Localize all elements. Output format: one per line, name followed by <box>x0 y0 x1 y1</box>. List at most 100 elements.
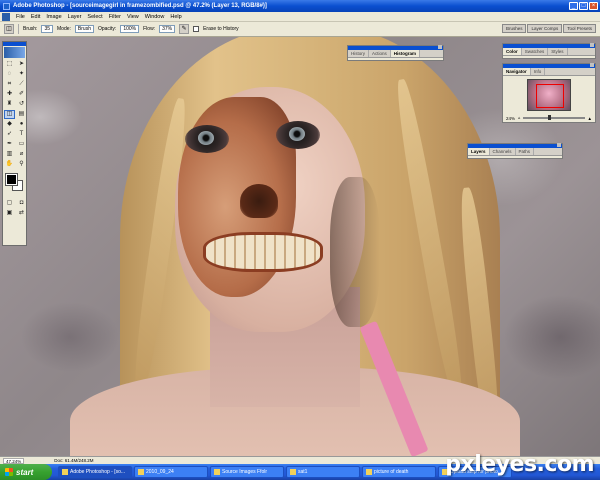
window-title: Adobe Photoshop - [sourceimagegirl in fr… <box>13 3 267 9</box>
screen-mode-icon[interactable]: ▣ <box>4 209 15 218</box>
tab-styles[interactable]: Styles <box>548 48 568 55</box>
foreground-color-swatch[interactable] <box>5 173 18 186</box>
navigator-zoom-value[interactable]: 24% <box>506 116 515 121</box>
brush-label: Brush: <box>23 26 38 32</box>
erase-to-history-label: Erase to History <box>203 26 239 32</box>
tab-info[interactable]: Info <box>531 68 546 75</box>
menu-window[interactable]: Window <box>142 14 168 20</box>
menu-filter[interactable]: Filter <box>106 14 124 20</box>
airbrush-icon[interactable]: ✎ <box>179 24 190 34</box>
notes-tool-icon[interactable]: ▥ <box>4 150 15 159</box>
menu-help[interactable]: Help <box>167 14 184 20</box>
photo-left-eye <box>185 125 229 153</box>
taskbar-item-photoshop[interactable]: Adobe Photoshop - [so... <box>58 466 132 478</box>
eraser-tool-icon[interactable]: ◫ <box>4 24 14 34</box>
standard-mode-icon[interactable]: ▢ <box>4 199 15 208</box>
color-palette: Color Swatches Styles <box>502 43 596 59</box>
healing-brush-tool-icon[interactable]: ✚ <box>4 90 15 99</box>
pen-tool-icon[interactable]: ✒ <box>4 140 15 149</box>
shape-tool-icon[interactable]: ▭ <box>16 140 27 149</box>
taskbar-item-picture-of-death[interactable]: picture of death <box>362 466 436 478</box>
tab-histogram[interactable]: Histogram <box>390 50 421 57</box>
palette-close-icon[interactable] <box>590 43 594 47</box>
palette-close-icon[interactable] <box>438 45 442 49</box>
tab-color[interactable]: Color <box>503 48 522 55</box>
history-palette: History Actions Histogram <box>347 45 444 61</box>
well-tab-tool-presets[interactable]: Tool Presets <box>563 24 596 33</box>
navigator-thumbnail[interactable] <box>527 79 571 111</box>
gradient-tool-icon[interactable]: ▤ <box>16 110 27 119</box>
brush-tool-icon[interactable]: ✐ <box>16 90 27 99</box>
erase-to-history-checkbox[interactable] <box>193 26 200 32</box>
taskbar-item-label: sat1 <box>298 469 308 475</box>
menu-file[interactable]: File <box>13 14 28 20</box>
flow-label: Flow: <box>143 26 156 32</box>
folder-icon <box>214 469 220 475</box>
hand-tool-icon[interactable]: ✋ <box>4 160 15 169</box>
move-tool-icon[interactable]: ➤ <box>16 60 27 69</box>
lasso-tool-icon[interactable]: ◌ <box>4 70 15 79</box>
navigator-palette: Navigator Info 24% ▵ ▲ <box>502 63 596 123</box>
tab-navigator[interactable]: Navigator <box>503 68 531 75</box>
tab-layers[interactable]: Layers <box>468 148 490 155</box>
tab-channels[interactable]: Channels <box>490 148 516 155</box>
toolbox-grip[interactable] <box>3 42 26 46</box>
tab-swatches[interactable]: Swatches <box>522 48 549 55</box>
zoom-tool-icon[interactable]: ⚲ <box>16 160 27 169</box>
type-tool-icon[interactable]: T <box>16 130 27 139</box>
document-icon[interactable] <box>2 12 10 21</box>
jump-to-imageready-icon[interactable]: ⇄ <box>16 209 27 218</box>
navigator-view-box[interactable] <box>536 84 564 108</box>
navigator-zoom-row: 24% ▵ ▲ <box>503 114 595 122</box>
dodge-tool-icon[interactable]: ● <box>16 120 27 129</box>
start-label: start <box>16 467 34 477</box>
menu-view[interactable]: View <box>124 14 142 20</box>
menu-select[interactable]: Select <box>84 14 105 20</box>
tab-actions[interactable]: Actions <box>369 50 391 57</box>
mode-grid: ▢ ◘ ▣ ⇄ <box>3 198 26 219</box>
flow-field[interactable]: 37% <box>159 25 176 33</box>
magic-wand-tool-icon[interactable]: ✦ <box>16 70 27 79</box>
close-button[interactable]: × <box>589 2 598 10</box>
status-doc-size[interactable]: Doc: 61.4M/248.2M <box>54 458 93 463</box>
start-button[interactable]: start <box>0 464 52 480</box>
maximize-button[interactable]: □ <box>579 2 588 10</box>
taskbar-item-source-images[interactable]: Source Images Ffolr <box>210 466 284 478</box>
eyedropper-tool-icon[interactable]: ⌀ <box>16 150 27 159</box>
status-zoom-field[interactable]: 47.24% <box>3 457 25 464</box>
menu-layer[interactable]: Layer <box>65 14 85 20</box>
brush-size-picker[interactable]: 35 <box>41 25 54 33</box>
quick-mask-icon[interactable]: ◘ <box>16 199 27 208</box>
history-brush-tool-icon[interactable]: ↺ <box>16 100 27 109</box>
slice-tool-icon[interactable]: ⟋ <box>16 80 27 89</box>
well-tab-layer-comps[interactable]: Layer Comps <box>527 24 563 33</box>
marquee-tool-icon[interactable]: ⬚ <box>4 60 15 69</box>
mode-select[interactable]: Brush <box>74 25 94 33</box>
zoom-slider-knob[interactable] <box>547 115 551 120</box>
menu-image[interactable]: Image <box>43 14 64 20</box>
well-tab-brushes[interactable]: Brushes <box>501 24 527 33</box>
toolbox-logo[interactable] <box>4 47 25 58</box>
palette-tabs: History Actions Histogram <box>348 50 443 58</box>
window-controls: _ □ × <box>569 2 598 10</box>
minimize-button[interactable]: _ <box>569 2 578 10</box>
zoom-out-icon[interactable]: ▵ <box>518 115 520 121</box>
path-selection-tool-icon[interactable]: ➶ <box>4 130 15 139</box>
folder-icon <box>290 469 296 475</box>
palette-tabs: Navigator Info <box>503 68 595 76</box>
taskbar-item-sat1[interactable]: sat1 <box>286 466 360 478</box>
blur-tool-icon[interactable]: ◆ <box>4 120 15 129</box>
photo-iris <box>289 127 305 141</box>
tab-paths[interactable]: Paths <box>516 148 535 155</box>
zoom-slider[interactable] <box>523 115 585 120</box>
eraser-tool-icon[interactable]: ◫ <box>4 110 15 119</box>
zoom-in-icon[interactable]: ▲ <box>588 116 592 121</box>
opacity-field[interactable]: 100% <box>120 25 140 33</box>
clone-stamp-tool-icon[interactable]: ♜ <box>4 100 15 109</box>
palette-close-icon[interactable] <box>590 63 594 67</box>
palette-close-icon[interactable] <box>557 143 561 147</box>
taskbar-item-folder-2010[interactable]: 2010_09_24 <box>134 466 208 478</box>
tab-history[interactable]: History <box>348 50 370 57</box>
crop-tool-icon[interactable]: ⌗ <box>4 80 15 89</box>
menu-edit[interactable]: Edit <box>28 14 43 20</box>
